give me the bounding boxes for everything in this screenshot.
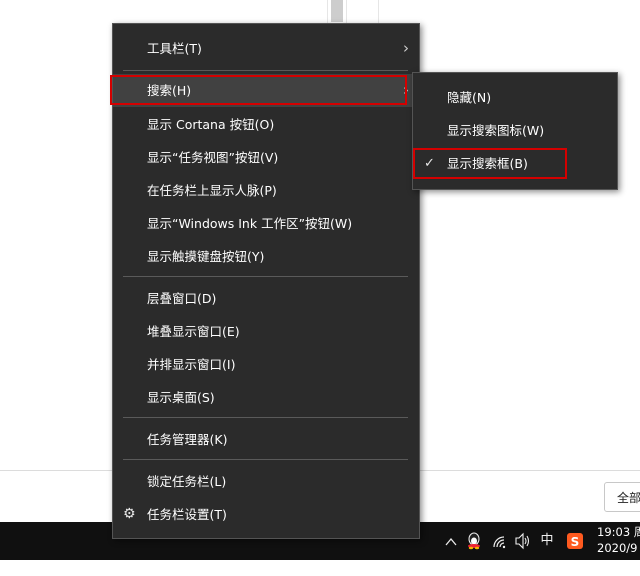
menu-separator	[123, 276, 408, 277]
show-hidden-icons-chevron-icon[interactable]	[443, 522, 459, 560]
menu-item-cascade-windows[interactable]: 层叠窗口(D)	[113, 282, 419, 315]
menu-item-show-touch-keyboard-button[interactable]: 显示触摸键盘按钮(Y)	[113, 240, 419, 273]
highlight-annotation-search-box	[413, 148, 567, 179]
menu-item-label: 显示“Windows Ink 工作区”按钮(W)	[147, 216, 353, 231]
qq-penguin-icon[interactable]	[465, 522, 483, 560]
clock-date: 2020/9	[597, 541, 638, 555]
taskbar-clock[interactable]: 19:03 周 2020/9	[597, 524, 640, 556]
menu-separator	[123, 417, 408, 418]
submenu-item-label: 隐藏(N)	[447, 90, 492, 105]
menu-item-label: 锁定任务栏(L)	[147, 474, 227, 489]
menu-item-label: 显示桌面(S)	[147, 390, 215, 405]
menu-item-task-manager[interactable]: 任务管理器(K)	[113, 423, 419, 456]
menu-item-label: 堆叠显示窗口(E)	[147, 324, 240, 339]
menu-item-label: 并排显示窗口(I)	[147, 357, 236, 372]
submenu-item-label: 显示搜索图标(W)	[447, 123, 545, 138]
menu-item-show-cortana-button[interactable]: 显示 Cortana 按钮(O)	[113, 108, 419, 141]
menu-item-lock-taskbar[interactable]: 锁定任务栏(L)	[113, 465, 419, 498]
menu-item-label: 显示触摸键盘按钮(Y)	[147, 249, 265, 264]
menu-item-show-task-view-button[interactable]: 显示“任务视图”按钮(V)	[113, 141, 419, 174]
menu-separator	[123, 70, 408, 71]
volume-speaker-icon[interactable]	[514, 522, 532, 560]
select-all-button[interactable]: 全部	[604, 482, 640, 512]
menu-item-label: 在任务栏上显示人脉(P)	[147, 183, 277, 198]
svg-text:S: S	[571, 535, 580, 549]
menu-item-toolbars[interactable]: 工具栏(T) ›	[113, 32, 419, 65]
gear-icon: ⚙	[123, 506, 136, 522]
submenu-item-show-search-icon[interactable]: 显示搜索图标(W)	[413, 114, 617, 147]
menu-item-label: 显示“任务视图”按钮(V)	[147, 150, 279, 165]
menu-item-taskbar-settings[interactable]: ⚙ 任务栏设置(T)	[113, 498, 419, 531]
menu-item-stack-windows[interactable]: 堆叠显示窗口(E)	[113, 315, 419, 348]
menu-item-label: 任务管理器(K)	[147, 432, 228, 447]
menu-item-show-desktop[interactable]: 显示桌面(S)	[113, 381, 419, 414]
highlight-annotation-search	[110, 75, 407, 105]
submenu-item-hidden[interactable]: 隐藏(N)	[413, 81, 617, 114]
chevron-right-icon: ›	[403, 39, 409, 57]
menu-item-show-people[interactable]: 在任务栏上显示人脉(P)	[113, 174, 419, 207]
background-scrollbar-thumb[interactable]	[331, 0, 343, 22]
menu-item-label: 任务栏设置(T)	[147, 507, 227, 522]
menu-item-label: 层叠窗口(D)	[147, 291, 217, 306]
menu-item-label: 工具栏(T)	[147, 41, 202, 56]
menu-item-show-windows-ink-button[interactable]: 显示“Windows Ink 工作区”按钮(W)	[113, 207, 419, 240]
sogou-input-icon[interactable]: S	[564, 522, 586, 560]
menu-separator	[123, 459, 408, 460]
menu-item-side-by-side-windows[interactable]: 并排显示窗口(I)	[113, 348, 419, 381]
clock-time: 19:03 周	[597, 525, 640, 539]
network-wifi-icon[interactable]	[491, 522, 509, 560]
ime-mode-indicator[interactable]: 中	[537, 522, 557, 560]
menu-item-label: 显示 Cortana 按钮(O)	[147, 117, 275, 132]
